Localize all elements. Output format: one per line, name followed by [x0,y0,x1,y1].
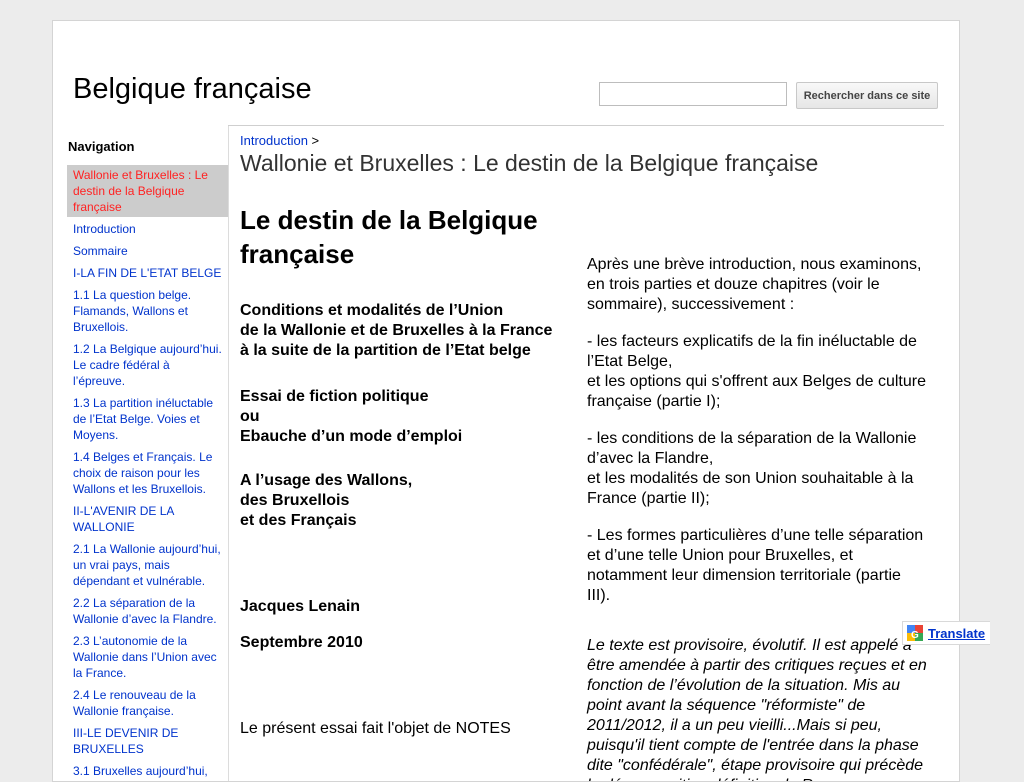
sidebar-item[interactable]: 1.4 Belges et Français. Le choix de rais… [67,447,228,499]
sidebar-item[interactable]: Wallonie et Bruxelles : Le destin de la … [67,165,228,217]
sidebar-item[interactable]: I-LA FIN DE L'ETAT BELGE [67,263,228,283]
disclaimer-line: 2011/2012, il a un peu vieilli...Mais si… [587,717,882,734]
audience-block: A l’usage des Wallons, des Bruxellois et d… [240,471,560,531]
disclaimer-line: puisqu'il tient compte de l'entrée dans … [587,737,919,754]
disclaimer-line: être amendée à partir des critiques reçu… [587,657,927,674]
nav-heading: Navigation [68,139,135,154]
publication-date: Septembre 2010 [240,634,363,651]
summary-paragraph: - les conditions de la séparation de la … [587,429,927,509]
disclaimer-line: la décomposition définitive du Royaume [587,776,927,781]
disclaimer-paragraph: Le texte est provisoire, évolutif. Il es… [587,636,927,781]
sidebar: Navigation Wallonie et Bruxelles : Le de… [67,129,228,781]
translate-label[interactable]: Translate [928,626,985,641]
left-column: Le destin de la Belgique française Condi… [240,203,560,739]
audience-line: des Bruxellois [240,492,350,509]
footer-note: Le présent essai fait l'objet de NOTES [240,720,511,737]
search-button[interactable]: Rechercher dans ce site [796,82,938,109]
sidebar-item[interactable]: 1.3 La partition inéluctable de l’Etat B… [67,393,228,445]
summary-line: et les modalités de son Union souhaitabl… [587,470,914,487]
google-translate-icon: G [907,625,923,641]
sidebar-item[interactable]: 1.2 La Belgique aujourd’hui. Le cadre fé… [67,339,228,391]
essay-line: Ebauche d’un mode d’emploi [240,428,463,445]
search-input[interactable] [599,82,787,106]
summary-line: et les options qui s'offrent aux Belges … [587,373,926,390]
sidebar-item[interactable]: 2.4 Le renouveau de la Wallonie français… [67,685,228,721]
summary-line: d’avec la Flandre, [587,450,714,467]
breadcrumb: Introduction > [240,133,319,148]
summary-paragraph: Après une brève introduction, nous exami… [587,255,927,315]
disclaimer-line: dite "confédérale", étape provisoire qui… [587,757,924,774]
sidebar-item[interactable]: 3.1 Bruxelles aujourd’hui, une cité uniq… [67,761,228,781]
summary-line: l’Etat Belge, [587,353,673,370]
sidebar-item[interactable]: II-L'AVENIR DE LA WALLONIE [67,501,228,537]
site-title[interactable]: Belgique française [73,73,312,106]
summary-paragraph: - les facteurs explicatifs de la fin iné… [587,332,927,412]
sidebar-divider [228,126,229,781]
subtitle-block: Conditions et modalités de l’Union de la … [240,301,560,361]
essay-line: ou [240,408,260,425]
essay-line: Essai de fiction politique [240,388,429,405]
summary-paragraph: - Les formes particulières d’une telle s… [587,526,927,606]
sidebar-item[interactable]: 2.1 La Wallonie aujourd’hui, un vrai pay… [67,539,228,591]
right-column: Après une brève introduction, nous exami… [587,255,927,781]
subtitle-line: de la Wallonie et de Bruxelles à la Fran… [240,322,553,339]
summary-line: - Les formes particulières d’une telle s… [587,527,924,544]
summary-line: et d’une telle Union pour Bruxelles, et [587,547,853,564]
summary-line: - les facteurs explicatifs de la fin iné… [587,333,917,350]
disclaimer-line: point avant la séquence "réformiste" de [587,697,866,714]
audience-line: A l’usage des Wallons, [240,472,413,489]
sidebar-item[interactable]: 1.1 La question belge. Flamands, Wallons… [67,285,228,337]
sidebar-item[interactable]: 2.3 L’autonomie de la Wallonie dans l’Un… [67,631,228,683]
page-container: Belgique française Rechercher dans ce si… [52,20,960,782]
author: Jacques Lenain [240,598,361,615]
main-heading: Le destin de la Belgique française [240,205,538,269]
summary-line: sommaire), successivement : [587,296,795,313]
essay-block: Essai de fiction politique ou Ebauche d’un… [240,387,560,447]
summary-line: Après une brève introduction, nous exami… [587,256,922,273]
translate-widget[interactable]: G Translate [902,621,990,645]
page-title: Wallonie et Bruxelles : Le destin de la … [240,150,819,176]
header-divider [228,125,944,126]
sidebar-item[interactable]: Introduction [67,219,228,239]
summary-line: notamment leur dimension territoriale (p… [587,567,901,604]
sidebar-item[interactable]: 2.2 La séparation de la Wallonie d’avec … [67,593,228,629]
subtitle-line: à la suite de la partition de l’Etat bel… [240,342,531,359]
sidebar-item[interactable]: Sommaire [67,241,228,261]
sidebar-item[interactable]: III-LE DEVENIR DE BRUXELLES [67,723,228,759]
subtitle-line: Conditions et modalités de l’Union [240,302,504,319]
disclaimer-line: fonction de l’évolution de la situation.… [587,677,901,694]
summary-line: en trois parties et douze chapitres (voi… [587,276,880,293]
svg-text:G: G [911,630,919,641]
summary-line: - les conditions de la séparation de la … [587,430,917,447]
summary-line: française (partie I); [587,393,721,410]
disclaimer-line: Le texte est provisoire, évolutif. Il es… [587,637,912,654]
nav-list: Wallonie et Bruxelles : Le destin de la … [67,165,228,781]
breadcrumb-separator: > [307,133,320,148]
audience-line: et des Français [240,512,357,529]
summary-line: France (partie II); [587,490,710,507]
breadcrumb-link-introduction[interactable]: Introduction [240,133,308,148]
